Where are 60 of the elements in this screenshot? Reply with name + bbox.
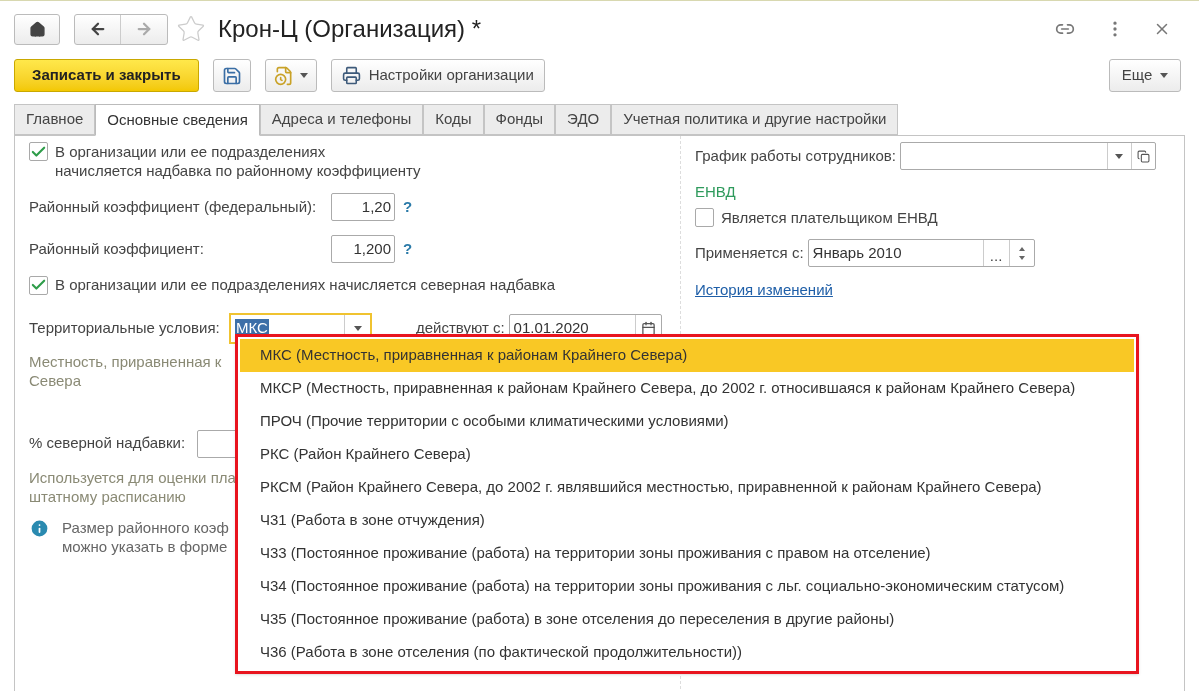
territory-description: Местность, приравненная к Севера xyxy=(29,351,222,390)
tab[interactable]: Фонды xyxy=(483,104,556,135)
coefficient-field[interactable]: 1,20 xyxy=(331,193,395,221)
dropdown-option[interactable]: МКС (Местность, приравненная к районам Крайнего Севера) xyxy=(240,339,1134,372)
field-label: Районный коэффициент (федеральный): xyxy=(29,196,318,217)
favorite-star-icon[interactable] xyxy=(176,14,206,44)
checkbox[interactable] xyxy=(695,208,714,228)
tab[interactable]: Адреса и телефоны xyxy=(259,104,424,135)
tab[interactable]: Учетная политика и другие настройки xyxy=(611,104,899,135)
dropdown-option[interactable]: РКСМ (Район Крайнего Севера, до 2002 г. являвшийся местностью, приравненной к районам Крайнего Севера) xyxy=(240,471,1134,504)
report-menu-button[interactable] xyxy=(264,59,317,92)
tab[interactable]: ЭДО xyxy=(555,104,612,135)
section-heading: ЕНВД xyxy=(695,182,737,202)
caret-icon xyxy=(299,73,308,78)
save-and-close-button[interactable]: Записать и закрыть xyxy=(14,59,199,92)
dropdown-option[interactable]: Ч35 (Постоянное проживание (работа) в зоне отселения до переселения в другие районы) xyxy=(240,603,1134,636)
printer-icon xyxy=(341,66,361,85)
open-icon[interactable] xyxy=(1136,149,1150,163)
info-icon xyxy=(29,517,50,539)
help-mark[interactable]: ? xyxy=(403,195,413,219)
dropdown-option[interactable]: Ч34 (Постоянное проживание (работа) на территории зоны проживания с льг. социально-экономическим статусом) xyxy=(240,570,1134,603)
dropdown-option[interactable]: ПРОЧ (Прочие территории с особыми климатическими условиями) xyxy=(240,405,1134,438)
help-mark[interactable]: ? xyxy=(403,237,413,261)
info-note: Размер районного коэф можно указать в форме xyxy=(62,517,229,556)
organization-settings-button[interactable]: Настройки организации xyxy=(330,59,545,92)
home-button[interactable] xyxy=(14,13,60,45)
period-field[interactable]: Январь 2010 ... xyxy=(807,239,1035,267)
field-label: График работы сотрудников: xyxy=(695,145,896,166)
dropdown-caret-icon xyxy=(353,325,362,331)
checkbox[interactable] xyxy=(29,275,48,295)
caret-icon xyxy=(1160,73,1169,78)
checkbox-label: В организации или ее подразделениях начисляется надбавка по районному коэффициенту xyxy=(55,142,421,180)
checkbox-label: В организации или ее подразделениях начисляется северная надбавка xyxy=(55,275,555,295)
usage-note: Используется для оценки пла штатному расписанию xyxy=(29,467,236,506)
dropdown-option[interactable]: Ч33 (Постоянное проживание (работа) на территории зоны проживания с правом на отселение) xyxy=(240,537,1134,570)
window-title: Крон-Ц (Организация) * xyxy=(218,14,482,44)
checkbox[interactable] xyxy=(29,142,48,161)
dropdown-caret-icon xyxy=(1115,153,1124,159)
tab[interactable]: Основные сведения xyxy=(95,104,260,136)
dropdown-option[interactable]: Ч31 (Работа в зоне отчуждения) xyxy=(240,504,1134,537)
dropdown-option[interactable]: МКСР (Местность, приравненная к районам Крайнего Севера, до 2002 г. относившаяся к районам Крайнего Севера) xyxy=(240,372,1134,405)
field-label: % северной надбавки: xyxy=(29,433,187,454)
dropdown-option[interactable]: Ч36 (Работа в зоне отселения (по фактической продолжительности)) xyxy=(240,636,1134,669)
field-label: Районный коэффициент: xyxy=(29,238,205,259)
document-clock-icon xyxy=(273,65,294,86)
calendar-icon[interactable] xyxy=(640,320,656,336)
home-icon xyxy=(28,20,46,38)
checkbox-label: Является плательщиком ЕНВД xyxy=(721,207,938,228)
tab[interactable]: Главное xyxy=(14,104,96,135)
field-label: действуют с: xyxy=(416,317,505,338)
dropdown-option[interactable]: РКС (Район Крайнего Севера) xyxy=(240,438,1134,471)
forward-icon xyxy=(135,20,153,38)
field-label: Территориальные условия: xyxy=(29,317,221,338)
tab[interactable]: Коды xyxy=(423,104,484,135)
more-button[interactable]: Еще xyxy=(1109,59,1181,92)
field-label: Применяется с: xyxy=(695,242,804,263)
choose-button[interactable]: ... xyxy=(982,240,1009,266)
history-link[interactable]: История изменений xyxy=(695,279,833,302)
coefficient-field[interactable]: 1,200 xyxy=(331,235,395,263)
save-button[interactable] xyxy=(212,59,251,92)
